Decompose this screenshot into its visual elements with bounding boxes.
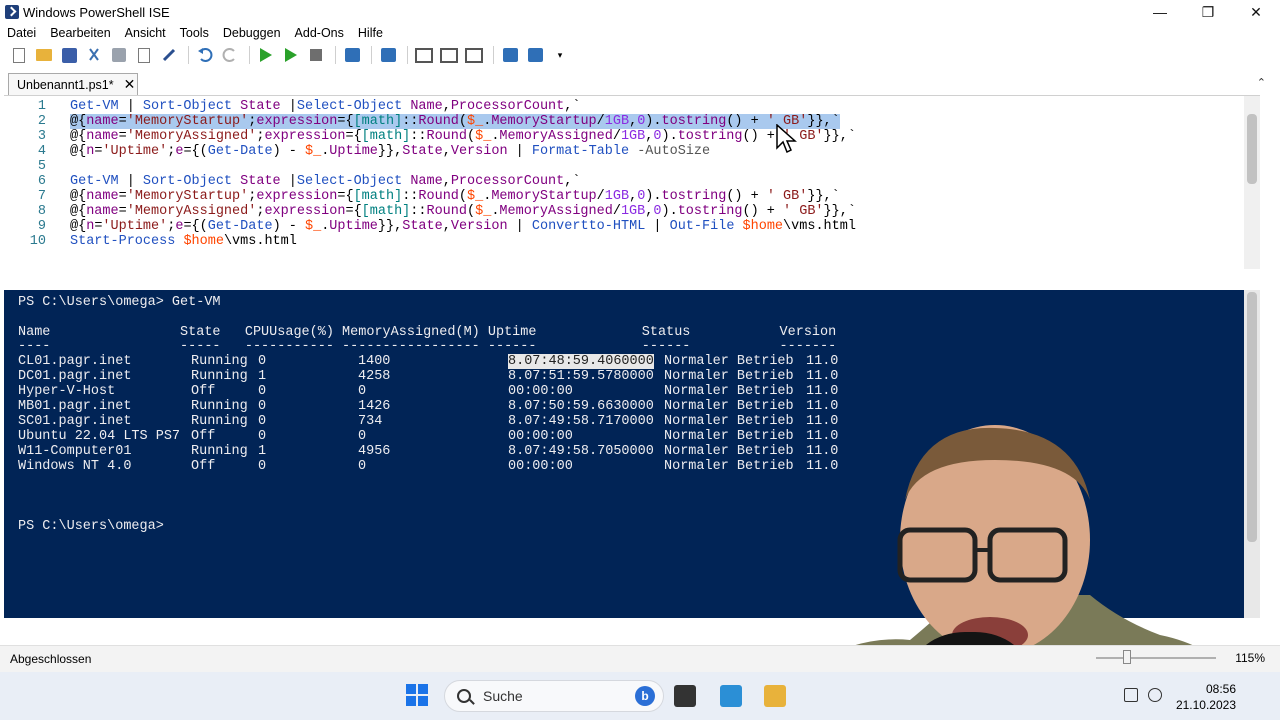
menu-debuggen[interactable]: Debuggen bbox=[216, 26, 288, 40]
menu-ansicht[interactable]: Ansicht bbox=[118, 26, 173, 40]
code-line: Get-VM | Sort-Object State |Select-Objec… bbox=[70, 174, 581, 189]
show-script-right-icon[interactable] bbox=[438, 44, 460, 66]
line-number: 7 bbox=[37, 189, 46, 204]
menu-addons[interactable]: Add-Ons bbox=[288, 26, 351, 40]
line-number: 10 bbox=[29, 234, 46, 249]
redo-icon[interactable] bbox=[219, 44, 241, 66]
menu-tools[interactable]: Tools bbox=[173, 26, 216, 40]
menu-datei[interactable]: Datei bbox=[0, 26, 43, 40]
show-script-top-icon[interactable] bbox=[413, 44, 435, 66]
search-placeholder: Suche bbox=[483, 688, 523, 704]
zoom-slider-thumb[interactable] bbox=[1123, 650, 1131, 664]
tab-label: Unbenannt1.ps1* bbox=[17, 77, 114, 92]
line-number: 5 bbox=[37, 159, 46, 174]
show-addon-icon[interactable] bbox=[524, 44, 546, 66]
status-text: Abgeschlossen bbox=[10, 652, 92, 666]
tab-script[interactable]: Unbenannt1.ps1* ✕ bbox=[8, 73, 138, 95]
file-explorer-icon[interactable] bbox=[764, 685, 786, 707]
menu-hilfe[interactable]: Hilfe bbox=[351, 26, 390, 40]
editor-scrollbar[interactable] bbox=[1244, 96, 1260, 269]
new-file-icon[interactable] bbox=[8, 44, 30, 66]
close-button[interactable]: ✕ bbox=[1232, 0, 1280, 24]
line-number: 9 bbox=[37, 219, 46, 234]
menu-bearbeiten[interactable]: Bearbeiten bbox=[43, 26, 117, 40]
task-view-icon[interactable] bbox=[674, 685, 696, 707]
code-line: Start-Process $home\vms.html bbox=[70, 234, 297, 249]
clear-icon[interactable] bbox=[158, 44, 180, 66]
code-line: @{n='Uptime';e={(Get-Date) - $_.Uptime}}… bbox=[70, 144, 711, 159]
code-line: @{name='MemoryAssigned';expression={[mat… bbox=[70, 129, 856, 144]
zoom-slider[interactable] bbox=[1096, 657, 1216, 659]
new-remote-tab-icon[interactable] bbox=[341, 44, 363, 66]
line-number: 2 bbox=[37, 114, 46, 129]
save-icon[interactable] bbox=[58, 44, 80, 66]
run-script-icon[interactable] bbox=[255, 44, 277, 66]
toolbar: ▾ bbox=[0, 42, 1280, 68]
maximize-button[interactable]: ❐ bbox=[1184, 0, 1232, 24]
server-manager-icon[interactable] bbox=[720, 685, 742, 707]
tray-date: 21.10.2023 bbox=[1175, 698, 1236, 712]
line-number: 8 bbox=[37, 204, 46, 219]
stop-icon[interactable] bbox=[305, 44, 327, 66]
taskbar: Suche b 08:56 21.10.2023 bbox=[0, 672, 1280, 720]
start-powershell-icon[interactable] bbox=[377, 44, 399, 66]
line-number: 1 bbox=[37, 99, 46, 114]
open-icon[interactable] bbox=[33, 44, 55, 66]
code-line: @{name='MemoryAssigned';expression={[mat… bbox=[70, 204, 856, 219]
code-line: @{name='MemoryStartup';expression={[math… bbox=[70, 189, 840, 204]
console-prompt-line: PS C:\Users\omega> Get-VM bbox=[18, 295, 221, 310]
undo-icon[interactable] bbox=[194, 44, 216, 66]
code-line: @{n='Uptime';e={(Get-Date) - $_.Uptime}}… bbox=[70, 219, 856, 234]
window-title: Windows PowerShell ISE bbox=[23, 4, 170, 20]
console-table-header: Name State CPUUsage(%) MemoryAssigned(M)… bbox=[18, 325, 837, 340]
powershell-icon bbox=[5, 5, 19, 19]
paste-icon[interactable] bbox=[133, 44, 155, 66]
windows-start-icon[interactable] bbox=[406, 684, 428, 706]
show-script-max-icon[interactable] bbox=[463, 44, 485, 66]
close-icon[interactable]: ✕ bbox=[124, 76, 136, 93]
mouse-cursor-icon bbox=[776, 124, 797, 154]
title-bar: Windows PowerShell ISE — ❐ ✕ bbox=[0, 0, 1280, 24]
console-table-underline: ---- ----- ----------- -----------------… bbox=[18, 339, 837, 354]
zoom-level: 115% bbox=[1235, 651, 1265, 665]
script-editor[interactable]: 1 Get-VM | Sort-Object State |Select-Obje… bbox=[4, 95, 1260, 269]
line-number: 4 bbox=[37, 144, 46, 159]
bing-icon[interactable]: b bbox=[635, 686, 655, 706]
line-number: 6 bbox=[37, 174, 46, 189]
status-bar: Abgeschlossen bbox=[0, 645, 1280, 672]
toolbar-overflow-icon[interactable]: ▾ bbox=[549, 44, 571, 66]
line-number: 3 bbox=[37, 129, 46, 144]
chevron-up-icon[interactable]: ⌃ bbox=[1257, 76, 1266, 89]
code-line-selected: @{name='MemoryStartup';expression={[math… bbox=[70, 114, 840, 129]
copy-icon[interactable] bbox=[108, 44, 130, 66]
editor-scrollbar-thumb[interactable] bbox=[1247, 114, 1257, 184]
menu-bar: Datei Bearbeiten Ansicht Tools Debuggen … bbox=[0, 24, 1280, 42]
taskbar-search[interactable]: Suche b bbox=[444, 680, 664, 712]
run-selection-icon[interactable] bbox=[280, 44, 302, 66]
cut-icon[interactable] bbox=[83, 44, 105, 66]
code-line: Get-VM | Sort-Object State |Select-Objec… bbox=[70, 99, 581, 114]
console-final-prompt: PS C:\Users\omega> bbox=[18, 519, 164, 534]
minimize-button[interactable]: — bbox=[1136, 0, 1184, 24]
search-icon bbox=[457, 689, 471, 703]
tray-clock[interactable]: 08:56 21.10.2023 bbox=[1176, 681, 1236, 713]
volume-icon[interactable] bbox=[1148, 688, 1162, 702]
network-icon[interactable] bbox=[1124, 688, 1138, 702]
tray-time: 08:56 bbox=[1205, 682, 1236, 696]
show-commands-icon[interactable] bbox=[499, 44, 521, 66]
